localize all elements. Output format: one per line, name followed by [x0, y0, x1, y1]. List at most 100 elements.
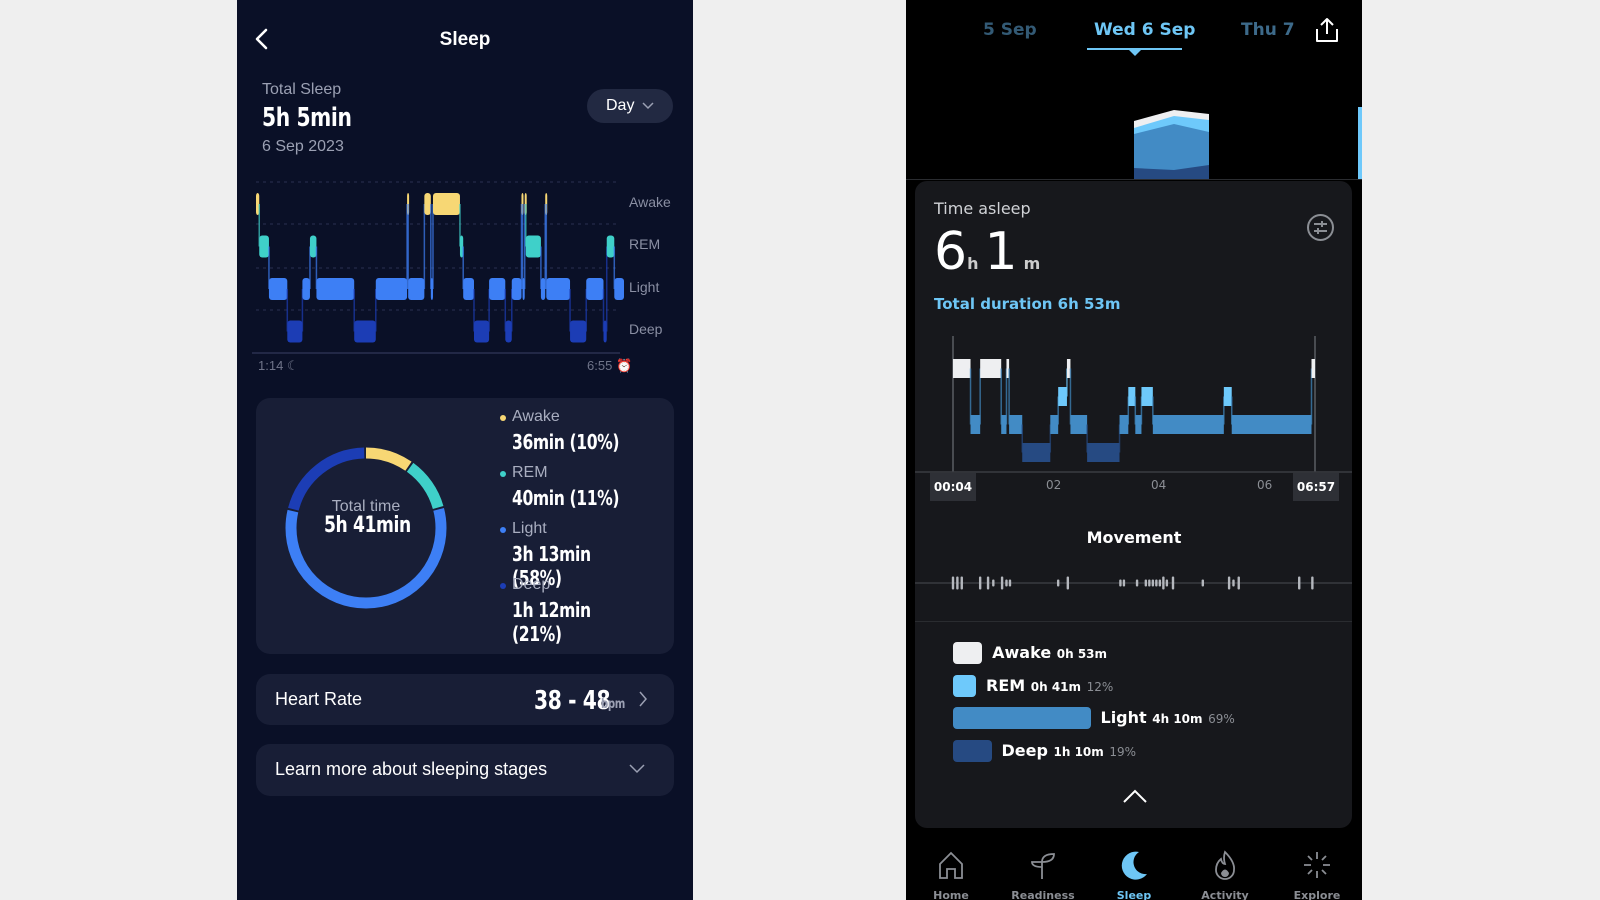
nav-activity[interactable]: Activity	[1185, 850, 1265, 900]
stage-transition	[521, 204, 524, 289]
chevron-down-icon	[642, 102, 654, 110]
sprout-icon	[1031, 853, 1055, 879]
heart-rate-row[interactable]: Heart Rate 38 - 48 bpm	[256, 674, 674, 725]
total-sleep-label: Total Sleep	[262, 81, 342, 98]
sliders-icon[interactable]	[1306, 213, 1335, 242]
divider	[906, 179, 1362, 180]
legend-light-label: Light	[512, 520, 547, 537]
date-tab-active[interactable]: Wed 6 Sep	[1094, 20, 1195, 40]
stage-segment-rem	[1058, 387, 1067, 406]
movement-tick	[1148, 579, 1151, 587]
legend-duration: 4h 10m	[1152, 712, 1203, 726]
legend-bar-rem	[953, 674, 976, 697]
stage-transition	[407, 204, 409, 289]
movement-tick	[1151, 579, 1155, 587]
tick-06: 06	[1257, 478, 1273, 492]
stage-segment-light	[586, 278, 604, 300]
total-sleep-value: 5h 5min	[262, 103, 352, 133]
stage-segment-awake	[953, 359, 971, 378]
stage-segment-rem	[1223, 387, 1232, 406]
stage-segment-deep	[1087, 443, 1120, 462]
legend-deep-label: Deep	[512, 576, 551, 593]
movement-tick	[978, 576, 982, 590]
date-tab-prev[interactable]: 5 Sep	[983, 20, 1037, 40]
stage-segment-light	[1119, 415, 1129, 434]
stage-segment-light	[1070, 415, 1088, 434]
movement-tick	[1008, 579, 1012, 587]
stage-segment-rem	[606, 235, 615, 258]
stage-segment-rem	[1141, 387, 1153, 406]
stage-label-rem: REM	[629, 236, 661, 252]
date-tab-next[interactable]: Thu 7 S	[1241, 20, 1297, 40]
stage-segment-deep	[473, 320, 490, 343]
stage-segment-light	[1050, 415, 1059, 434]
donut-center-value: 5h 41min	[324, 513, 411, 538]
chevron-right-icon	[639, 691, 647, 707]
moon-icon	[1121, 851, 1147, 880]
legend-stage: Deep	[1001, 740, 1048, 760]
left-sleep-app: Sleep Total Sleep 5h 5min 6 Sep 2023 Day…	[237, 0, 693, 900]
legend-percent: 69%	[1208, 712, 1235, 726]
learn-more-label: Learn more about sleeping stages	[275, 759, 548, 779]
selected-night-bar	[1134, 110, 1209, 179]
sleep-stage-chart	[252, 181, 624, 354]
stage-segment-awake	[432, 193, 460, 215]
stage-segment-deep	[570, 320, 587, 343]
stage-segment-deep	[505, 320, 512, 343]
share-icon[interactable]	[1314, 16, 1340, 44]
nav-explore[interactable]: Explore	[1277, 850, 1357, 900]
stage-segment-light	[316, 278, 355, 300]
movement-tick	[1066, 576, 1070, 590]
movement-tick	[1311, 576, 1314, 590]
stage-transition	[432, 204, 434, 289]
nav-sleep[interactable]: Sleep	[1094, 850, 1174, 900]
legend-duration: 1h 10m	[1053, 744, 1104, 759]
deep-dot	[500, 583, 506, 589]
movement-tick	[1144, 579, 1148, 587]
movement-tick	[1298, 576, 1301, 590]
heart-rate-label: Heart Rate	[275, 689, 363, 709]
stage-segment-light	[408, 278, 425, 300]
legend-deep-value: 1h 12min (21%)	[512, 598, 591, 646]
movement-tick	[960, 576, 963, 590]
chevron-up-icon[interactable]	[1122, 788, 1148, 804]
legend-stage: REM	[986, 675, 1026, 695]
next-night-bar	[1358, 107, 1362, 179]
movement-tick	[992, 579, 995, 587]
legend-stage: Light	[1100, 708, 1147, 727]
nav-readiness[interactable]: Readiness	[1003, 850, 1083, 900]
movement-tick	[1135, 579, 1139, 587]
learn-more-row[interactable]: Learn more about sleeping stages	[256, 744, 674, 796]
movement-tick	[1162, 576, 1165, 590]
stage-segment-light	[1001, 415, 1007, 434]
stage-segment-deep	[287, 320, 303, 343]
stage-segment-rem	[525, 235, 541, 258]
movement-tick	[1122, 579, 1126, 587]
movement-tick	[1155, 579, 1158, 587]
stage-segment-light	[268, 278, 288, 300]
flame-icon	[1215, 850, 1235, 880]
legend-percent: 12%	[1086, 679, 1114, 694]
active-tab-pointer	[1128, 49, 1142, 56]
movement-tick	[1000, 576, 1004, 590]
legend-text-rem: REM 0h 41m 12%	[986, 676, 1113, 695]
legend-stage: Awake	[992, 643, 1052, 662]
movement-tick	[1201, 579, 1205, 587]
movement-tick	[1119, 579, 1122, 587]
stage-segment-light	[1135, 415, 1142, 434]
sleep-breakdown-card: Total time 5h 41min Awake 36min (10%) RE…	[256, 398, 674, 654]
period-dropdown[interactable]: Day	[587, 89, 673, 123]
legend-percent: 19%	[1109, 744, 1137, 759]
total-duration: Total duration 6h 53m	[934, 295, 1121, 313]
nav-home[interactable]: Home	[911, 850, 991, 900]
movement-chart	[915, 576, 1352, 590]
stage-segment-deep	[1022, 443, 1051, 462]
stage-segment-light	[489, 278, 506, 300]
stage-segment-rem	[259, 235, 269, 258]
stage-segment-rem	[1128, 387, 1136, 406]
stage-segment-light	[1009, 415, 1023, 434]
awake-dot	[500, 415, 506, 421]
stage-segment-awake	[1311, 359, 1315, 378]
stage-segment-awake	[424, 193, 431, 215]
stage-segment-light	[511, 278, 522, 300]
